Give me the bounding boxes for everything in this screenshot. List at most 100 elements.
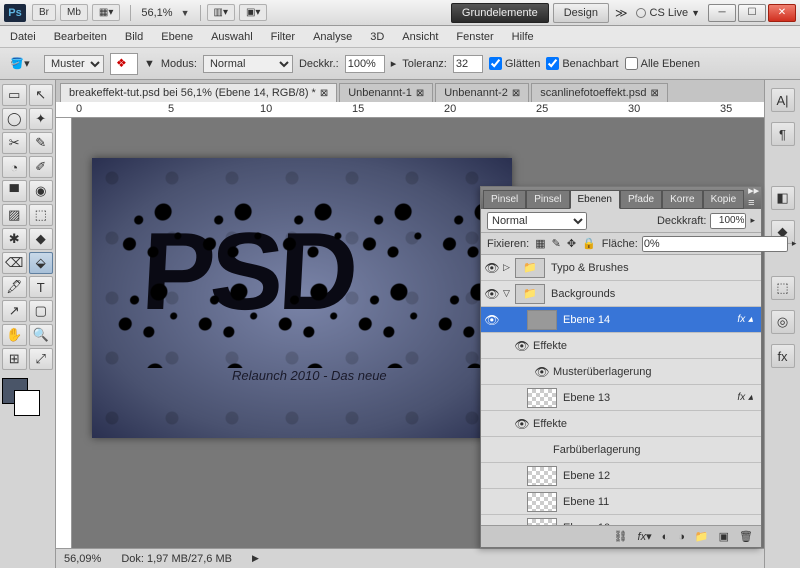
layer-thumb[interactable] [527, 310, 557, 330]
layer-row[interactable]: 👁 Ebene 14fx ▴ [481, 307, 761, 333]
menu-ansicht[interactable]: Ansicht [402, 31, 438, 43]
layer-row[interactable]: Ebene 12 [481, 463, 761, 489]
tool-1[interactable]: ↖ [29, 84, 54, 106]
close-tab-icon[interactable]: ⊠ [320, 88, 328, 99]
document-tab[interactable]: Unbenannt-2⊠ [435, 83, 529, 102]
paragraph-panel-icon[interactable]: ¶ [771, 122, 795, 146]
layer-label[interactable]: Ebene 13 [563, 392, 737, 404]
maximize-button[interactable]: ☐ [738, 4, 766, 22]
viewextra-button[interactable]: ▦▾ [92, 4, 120, 21]
link-layers-icon[interactable]: ⛓ [614, 530, 628, 543]
panel-tab-kopie[interactable]: Kopie [703, 190, 745, 209]
workspace-design[interactable]: Design [553, 3, 609, 23]
contiguous-checkbox[interactable] [546, 57, 559, 70]
layer-row[interactable]: Ebene 10 [481, 515, 761, 525]
menu-auswahl[interactable]: Auswahl [211, 31, 253, 43]
fill-input[interactable] [642, 236, 788, 252]
lock-pixels-icon[interactable]: ▦ [535, 237, 545, 250]
bridge-button[interactable]: Br [32, 4, 56, 21]
panel-menu-icon[interactable]: ▸▸ ≡ [744, 184, 763, 209]
layer-label[interactable]: Typo & Brushes [551, 262, 755, 274]
layer-effect-item[interactable]: 👁Musterüberlagerung [481, 359, 761, 385]
layer-row[interactable]: Ebene 13fx ▴ [481, 385, 761, 411]
panel-tab-korre[interactable]: Korre [662, 190, 702, 209]
fx-icon[interactable]: fx▾ [638, 530, 652, 543]
tool-13[interactable]: ◆ [29, 228, 54, 250]
swatches-panel-icon[interactable]: ◧ [771, 186, 795, 210]
visibility-icon[interactable]: 👁 [481, 313, 503, 327]
tool-16[interactable]: 🖋 [2, 276, 27, 298]
text-panel-icon[interactable]: fx [771, 344, 795, 368]
tool-2[interactable]: ◯ [2, 108, 27, 130]
pattern-swatch[interactable] [110, 53, 138, 75]
lock-brush-icon[interactable]: ✎ [552, 237, 561, 250]
tool-23[interactable]: ⤢ [29, 348, 54, 370]
document-tab[interactable]: scanlinefotoeffekt.psd⊠ [531, 83, 668, 102]
tool-0[interactable]: ▭ [2, 84, 27, 106]
visibility-icon[interactable]: 👁 [481, 261, 503, 275]
bucket-tool-icon[interactable]: 🪣▾ [8, 54, 32, 74]
tool-3[interactable]: ✦ [29, 108, 54, 130]
alllayers-checkbox[interactable] [625, 57, 638, 70]
trash-icon[interactable]: 🗑 [739, 530, 753, 543]
menu-analyse[interactable]: Analyse [313, 31, 352, 43]
screenmode-button[interactable]: ▣▾ [239, 4, 267, 21]
document-tab[interactable]: breakeffekt-tut.psd bei 56,1% (Ebene 14,… [60, 83, 337, 102]
opacity-slider-icon[interactable]: ▸ [391, 57, 397, 70]
visibility-icon[interactable]: 👁 [511, 417, 533, 431]
layer-thumb[interactable] [527, 466, 557, 486]
layer-row[interactable]: Ebene 11 [481, 489, 761, 515]
tool-17[interactable]: T [29, 276, 54, 298]
layer-label[interactable]: Ebene 14 [563, 314, 737, 326]
minibridge-button[interactable]: Mb [60, 4, 88, 21]
menu-bearbeiten[interactable]: Bearbeiten [54, 31, 107, 43]
pattern-dropdown-icon[interactable]: ▼ [144, 58, 155, 70]
visibility-icon[interactable]: 👁 [481, 287, 503, 301]
menu-hilfe[interactable]: Hilfe [512, 31, 534, 43]
menu-3d[interactable]: 3D [370, 31, 384, 43]
panel-tab-ebenen[interactable]: Ebenen [570, 190, 620, 209]
tolerance-input[interactable] [453, 55, 483, 73]
tool-4[interactable]: ✂ [2, 132, 27, 154]
tool-12[interactable]: ✱ [2, 228, 27, 250]
close-tab-icon[interactable]: ⊠ [650, 88, 658, 99]
panel-opacity-input[interactable] [710, 213, 746, 229]
tool-9[interactable]: ◉ [29, 180, 54, 202]
panel-tab-pinsel[interactable]: Pinsel [483, 190, 526, 209]
tool-10[interactable]: ▨ [2, 204, 27, 226]
tool-14[interactable]: ⌫ [2, 252, 27, 274]
tool-6[interactable]: ◔ [2, 156, 27, 178]
layer-thumb[interactable] [527, 492, 557, 512]
tool-22[interactable]: ⊞ [2, 348, 27, 370]
tool-18[interactable]: ↗ [2, 300, 27, 322]
adjustment-icon[interactable]: ◑ [678, 531, 685, 543]
tool-7[interactable]: ✐ [29, 156, 54, 178]
blend-mode-select[interactable]: Normal [487, 212, 587, 230]
transform-panel-icon[interactable]: ⬚ [771, 276, 795, 300]
menu-bild[interactable]: Bild [125, 31, 143, 43]
color-swatches[interactable] [2, 378, 42, 418]
new-layer-icon[interactable]: ▣ [719, 530, 729, 543]
ruler-vertical[interactable] [56, 118, 72, 548]
tool-21[interactable]: 🔍 [29, 324, 54, 346]
layer-effects[interactable]: 👁Effekte [481, 333, 761, 359]
menu-ebene[interactable]: Ebene [161, 31, 193, 43]
layer-label[interactable]: Ebene 12 [563, 470, 755, 482]
menu-fenster[interactable]: Fenster [456, 31, 493, 43]
fx-badge[interactable]: fx ▴ [737, 314, 753, 325]
menu-filter[interactable]: Filter [271, 31, 295, 43]
artboard[interactable]: PSD Relaunch 2010 - Das neue [92, 158, 512, 438]
status-docsize[interactable]: Dok: 1,97 MB/27,6 MB [121, 553, 232, 565]
folder-icon[interactable]: 📁 [695, 530, 709, 543]
panel-tab-pinsel[interactable]: Pinsel [526, 190, 569, 209]
layer-effect-item[interactable]: Farbüberlagerung [481, 437, 761, 463]
document-tab[interactable]: Unbenannt-1⊠ [339, 83, 433, 102]
tool-11[interactable]: ⬚ [29, 204, 54, 226]
layer-thumb[interactable] [527, 388, 557, 408]
workspace-grundelemente[interactable]: Grundelemente [451, 3, 549, 23]
minimize-button[interactable]: ─ [708, 4, 736, 22]
layer-label[interactable]: Backgrounds [551, 288, 755, 300]
zoom-level[interactable]: 56,1% [141, 7, 172, 19]
tool-8[interactable]: ▀ [2, 180, 27, 202]
arrange-button[interactable]: ▥▾ [207, 4, 235, 21]
